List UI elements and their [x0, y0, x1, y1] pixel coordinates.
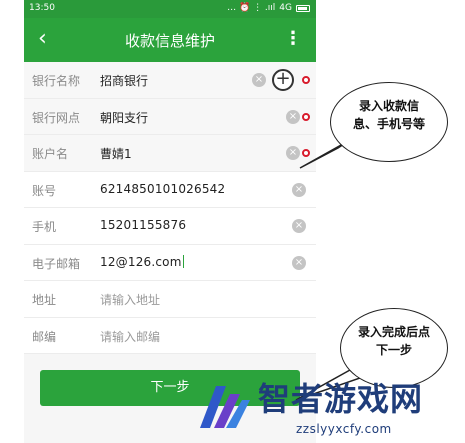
watermark-title: 智者游戏网	[258, 380, 424, 418]
field-label: 邮编	[32, 329, 57, 344]
account-name-field[interactable]: 曹婧1	[100, 145, 132, 162]
clear-icon[interactable]: ×	[252, 73, 266, 87]
bank-name-field[interactable]: 招商银行	[100, 72, 148, 89]
watermark-url: zzslyyxcfy.com	[296, 422, 392, 436]
watermark: 智者游戏网 zzslyyxcfy.com	[196, 376, 465, 443]
status-bar: 13:50 … ⏰ ⋮ .ııl 4G	[24, 0, 316, 18]
payment-info-form: 银行名称 招商银行 × + 银行网点 朝阳支行 × 账户名 曹婧1 × 账号 6	[24, 62, 316, 354]
battery-icon	[296, 4, 310, 12]
marker-dot-icon	[302, 76, 310, 84]
status-indicator-icons: … ⏰ ⋮ .ııl	[227, 3, 276, 13]
field-label: 银行名称	[32, 74, 81, 88]
annotation-text-2: 录入完成后点下一步	[357, 325, 430, 357]
screenshot-stage: 13:50 … ⏰ ⋮ .ııl 4G ‹ 收款信息维护 ⋮ 银行名称 招商银行…	[0, 0, 465, 443]
form-row-branch[interactable]: 银行网点 朝阳支行 ×	[24, 98, 316, 135]
clear-icon[interactable]: ×	[286, 146, 300, 160]
watermark-logo-icon	[200, 386, 250, 428]
page-title: 收款信息维护	[124, 32, 215, 50]
postcode-field[interactable]: 请输入邮编	[100, 328, 160, 345]
branch-field[interactable]: 朝阳支行	[100, 109, 148, 126]
field-label: 账户名	[32, 147, 69, 161]
status-time: 13:50	[29, 3, 55, 13]
form-row-account-name[interactable]: 账户名 曹婧1 ×	[24, 135, 316, 172]
clear-icon[interactable]: ×	[292, 219, 306, 233]
form-row-email[interactable]: 电子邮箱 12@126.com ×	[24, 244, 316, 281]
clear-icon[interactable]: ×	[292, 255, 306, 270]
email-value: 12@126.com	[100, 254, 182, 269]
status-icons: … ⏰ ⋮ .ııl 4G	[227, 3, 310, 13]
clear-icon[interactable]: ×	[292, 182, 306, 197]
field-label: 账号	[32, 183, 57, 198]
marker-dot-icon	[302, 149, 310, 157]
field-label: 手机	[32, 220, 57, 234]
clear-icon[interactable]: ×	[286, 109, 300, 124]
form-row-bank-name[interactable]: 银行名称 招商银行 × +	[24, 62, 316, 99]
form-row-address[interactable]: 地址 请输入地址	[24, 281, 316, 318]
field-label: 地址	[32, 293, 57, 307]
form-row-postcode[interactable]: 邮编 请输入邮编	[24, 317, 316, 354]
account-number-field[interactable]: 6214850101026542	[100, 182, 225, 196]
network-label: 4G	[279, 3, 292, 13]
email-field[interactable]: 12@126.com	[100, 254, 184, 269]
form-row-account-no[interactable]: 账号 6214850101026542 ×	[24, 171, 316, 208]
text-cursor	[182, 254, 184, 268]
more-menu-icon[interactable]: ⋮	[284, 28, 302, 50]
marker-dot-icon	[302, 112, 310, 121]
address-field[interactable]: 请输入地址	[100, 291, 160, 308]
add-circle-icon: +	[272, 69, 294, 91]
app-bar: ‹ 收款信息维护 ⋮	[24, 18, 316, 62]
field-label: 电子邮箱	[32, 256, 81, 271]
annotation-bubble-1: 录入收款信息、手机号等	[330, 82, 448, 162]
field-label: 银行网点	[32, 110, 81, 125]
phone-field[interactable]: 15201155876	[100, 218, 186, 232]
annotation-text-1: 录入收款信息、手机号等	[352, 99, 425, 131]
form-row-phone[interactable]: 手机 15201155876 ×	[24, 208, 316, 245]
